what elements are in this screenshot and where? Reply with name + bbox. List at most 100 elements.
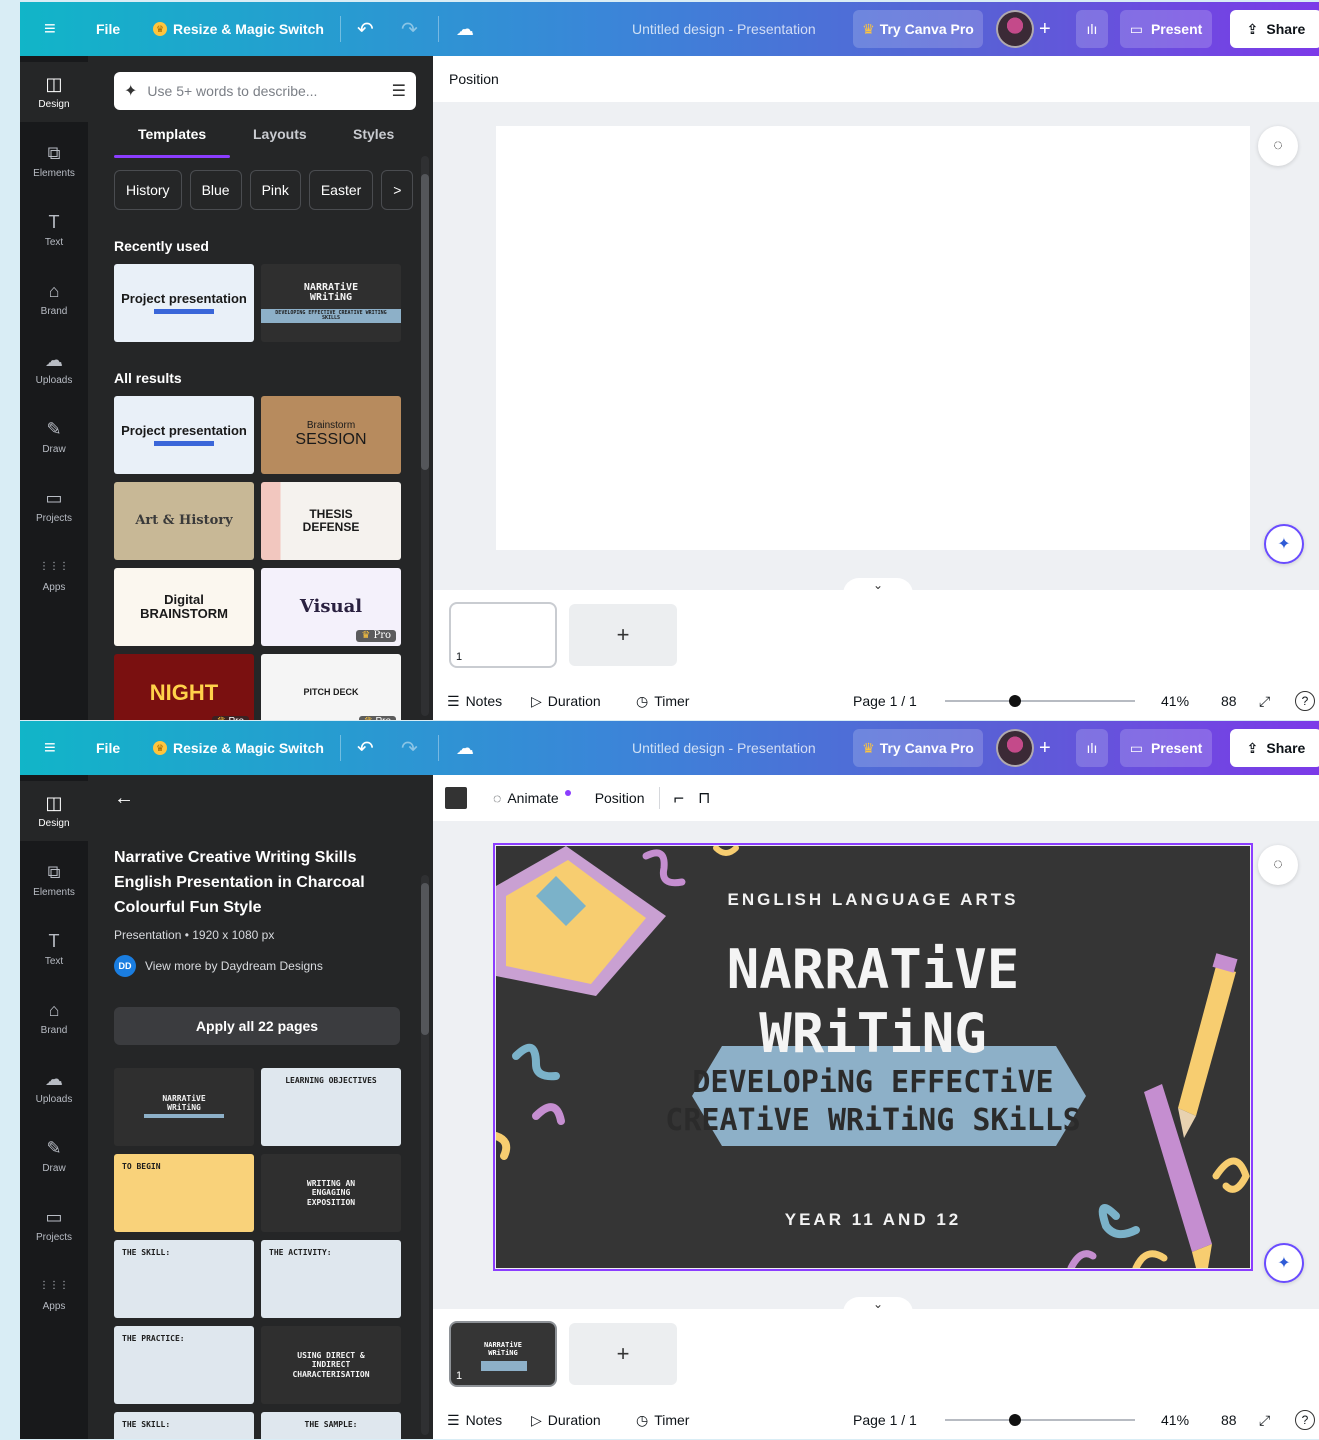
back-arrow-icon[interactable]: ←: [114, 787, 134, 810]
slider-knob[interactable]: [1009, 1414, 1021, 1426]
paint-roller-icon[interactable]: ⌐: [674, 788, 685, 809]
chip-easter[interactable]: Easter: [308, 170, 374, 210]
resize-magic-switch-button[interactable]: ♛ Resize & Magic Switch: [153, 2, 324, 56]
avatar[interactable]: [996, 729, 1034, 767]
template-page[interactable]: THE SKILL:: [114, 1412, 254, 1439]
template-thumb-project[interactable]: Project presentation: [114, 396, 254, 474]
template-page[interactable]: USING DIRECT & INDIRECT CHARACTERISATION: [261, 1326, 401, 1404]
tab-templates[interactable]: Templates: [138, 126, 206, 142]
scrollbar-thumb[interactable]: [421, 174, 429, 470]
chip-blue[interactable]: Blue: [189, 170, 242, 210]
file-menu[interactable]: File: [96, 2, 120, 56]
notes-button[interactable]: ☰ Notes: [447, 1405, 502, 1435]
template-page[interactable]: THE PRACTICE:: [114, 1326, 254, 1404]
template-thumb-art-history[interactable]: Art & History: [114, 482, 254, 560]
share-button[interactable]: ⇪ Share: [1230, 729, 1319, 767]
template-page[interactable]: THE ACTIVITY:: [261, 1240, 401, 1318]
insights-icon[interactable]: ılı: [1076, 729, 1108, 767]
add-collaborator-icon[interactable]: +: [1039, 721, 1051, 775]
rail-item-design[interactable]: ◫ Design: [20, 62, 88, 122]
notes-button[interactable]: ☰ Notes: [447, 686, 502, 716]
try-canva-pro-button[interactable]: ♛ Try Canva Pro: [853, 729, 983, 767]
tab-layouts[interactable]: Layouts: [253, 126, 307, 142]
duration-button[interactable]: ▷ Duration: [531, 686, 601, 716]
present-button[interactable]: ▭ Present: [1120, 729, 1212, 767]
template-page[interactable]: TO BEGIN: [114, 1154, 254, 1232]
insights-icon[interactable]: ılı: [1076, 10, 1108, 48]
slider-knob[interactable]: [1009, 695, 1021, 707]
selected-slide[interactable]: ENGLISH LANGUAGE ARTS NARRATiVE WRiTiNG …: [493, 843, 1253, 1271]
share-button[interactable]: ⇪ Share: [1230, 10, 1319, 48]
template-thumb-narrative[interactable]: NARRATiVE WRiTiNG DEVELOPING EFFECTIVE CRE…: [261, 264, 401, 342]
scrollbar-thumb[interactable]: [421, 883, 429, 1035]
file-menu[interactable]: File: [96, 721, 120, 775]
color-swatch[interactable]: [445, 787, 467, 809]
template-thumb-project[interactable]: Project presentation: [114, 264, 254, 342]
rail-item-elements[interactable]: ⧉ Elements: [20, 850, 88, 910]
template-thumb-brainstorm[interactable]: Brainstorm SESSION: [261, 396, 401, 474]
menu-icon[interactable]: ≡: [44, 2, 56, 56]
rail-item-apps[interactable]: ⋮⋮⋮ Apps: [20, 545, 88, 605]
search-input[interactable]: ✦ Use 5+ words to describe... ☰: [114, 72, 416, 110]
zoom-level[interactable]: 41%: [1161, 1405, 1189, 1435]
resize-magic-switch-button[interactable]: ♛ Resize & Magic Switch: [153, 721, 324, 775]
menu-icon[interactable]: ≡: [44, 721, 56, 775]
template-thumb-night[interactable]: NIGHT ♛ Pro: [114, 654, 254, 720]
grid-view-icon[interactable]: 88: [1221, 1405, 1237, 1435]
template-page[interactable]: NARRATiVE WRiTiNG: [114, 1068, 254, 1146]
magic-sparkle-icon[interactable]: ✦: [1264, 1243, 1304, 1283]
template-thumb-digital-brainstorm[interactable]: Digital BRAINSTORM: [114, 568, 254, 646]
grid-view-icon[interactable]: 88: [1221, 686, 1237, 716]
apply-all-pages-button[interactable]: Apply all 22 pages: [114, 1007, 400, 1045]
add-page-button[interactable]: +: [569, 604, 677, 666]
redo-icon[interactable]: ↷: [401, 721, 418, 775]
rail-item-elements[interactable]: ⧉ Elements: [20, 131, 88, 191]
fullscreen-icon[interactable]: ⤢: [1259, 686, 1270, 716]
template-page[interactable]: THE SKILL:: [114, 1240, 254, 1318]
duration-button[interactable]: ▷ Duration: [531, 1405, 601, 1435]
chip-history[interactable]: History: [114, 170, 182, 210]
page-thumbnail[interactable]: 1: [449, 602, 557, 668]
template-page[interactable]: WRITING AN ENGAGING EXPOSITION: [261, 1154, 401, 1232]
try-canva-pro-button[interactable]: ♛ Try Canva Pro: [853, 10, 983, 48]
design-title[interactable]: Untitled design - Presentation: [632, 721, 816, 775]
blank-slide[interactable]: [496, 126, 1250, 550]
rail-item-draw[interactable]: ✎ Draw: [20, 1126, 88, 1186]
rail-item-uploads[interactable]: ☁ Uploads: [20, 338, 88, 398]
rail-item-design[interactable]: ◫ Design: [20, 781, 88, 841]
cloud-save-icon[interactable]: ☁: [456, 2, 474, 56]
undo-icon[interactable]: ↶: [357, 2, 374, 56]
help-icon[interactable]: ?: [1295, 691, 1315, 711]
cloud-save-icon[interactable]: ☁: [456, 721, 474, 775]
template-thumb-visual[interactable]: Visual ♛ Pro: [261, 568, 401, 646]
position-button[interactable]: Position: [449, 71, 499, 87]
animate-button[interactable]: ◌ Animate: [493, 790, 571, 806]
chip-next-arrow[interactable]: >: [381, 170, 414, 210]
help-icon[interactable]: ?: [1295, 1410, 1315, 1430]
template-page[interactable]: LEARNING OBJECTIVES: [261, 1068, 401, 1146]
add-comment-icon[interactable]: ◌: [1258, 845, 1298, 885]
design-title[interactable]: Untitled design - Presentation: [632, 2, 816, 56]
redo-icon[interactable]: ↷: [401, 2, 418, 56]
rail-item-text[interactable]: T Text: [20, 200, 88, 260]
add-page-button[interactable]: +: [569, 1323, 677, 1385]
rail-item-text[interactable]: T Text: [20, 919, 88, 979]
template-page[interactable]: THE SAMPLE:: [261, 1412, 401, 1439]
page-thumbnail[interactable]: NARRATiVE WRiTiNG 1: [449, 1321, 557, 1387]
fullscreen-icon[interactable]: ⤢: [1259, 1405, 1270, 1435]
add-comment-icon[interactable]: ◌: [1258, 126, 1298, 166]
chip-pink[interactable]: Pink: [249, 170, 301, 210]
lock-icon[interactable]: ⊓: [698, 788, 710, 808]
avatar[interactable]: [996, 10, 1034, 48]
rail-item-apps[interactable]: ⋮⋮⋮ Apps: [20, 1264, 88, 1324]
author-link[interactable]: DD View more by Daydream Designs: [114, 955, 323, 977]
present-button[interactable]: ▭ Present: [1120, 10, 1212, 48]
undo-icon[interactable]: ↶: [357, 721, 374, 775]
template-thumb-pitch-deck[interactable]: PITCH DECK ♛ Pro: [261, 654, 401, 720]
timer-button[interactable]: ◷ Timer: [636, 686, 689, 716]
rail-item-brand[interactable]: ⌂ Brand: [20, 988, 88, 1048]
page-indicator[interactable]: Page 1 / 1: [853, 1405, 917, 1435]
rail-item-brand[interactable]: ⌂ Brand: [20, 269, 88, 329]
rail-item-projects[interactable]: ▭ Projects: [20, 1195, 88, 1255]
tab-styles[interactable]: Styles: [353, 126, 394, 142]
